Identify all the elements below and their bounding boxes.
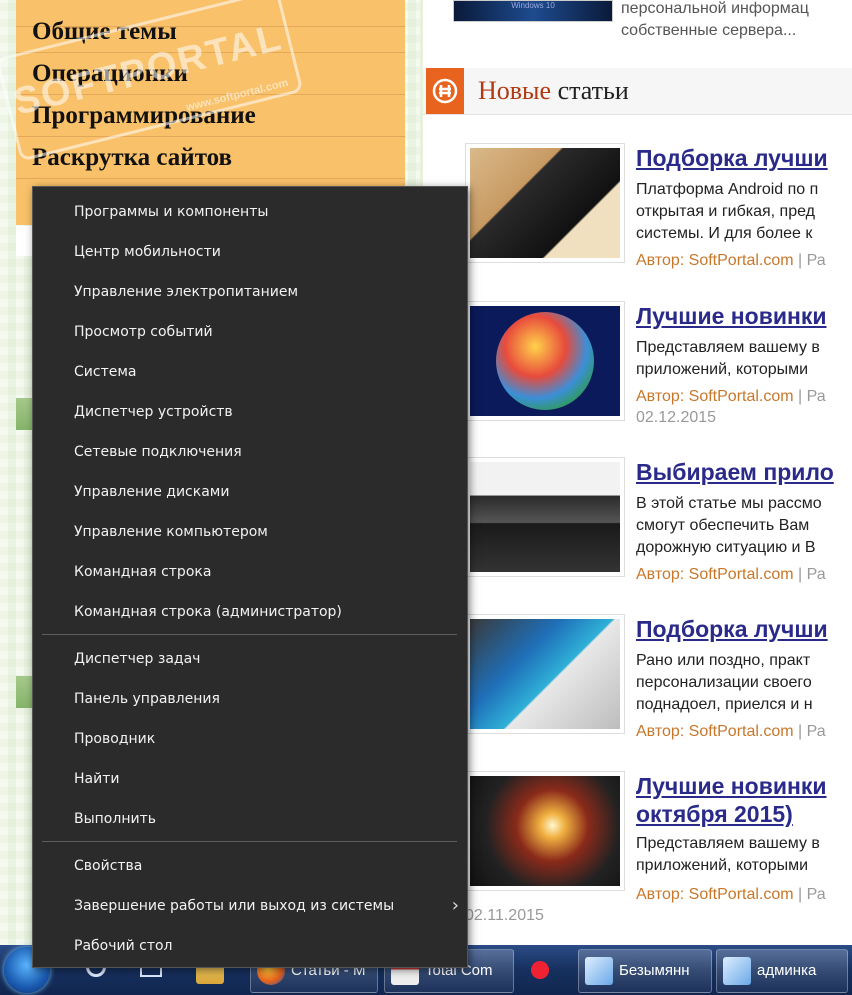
- menu-item-mobility-center[interactable]: Центр мобильности: [33, 232, 467, 272]
- section-title-rest: статьи: [557, 76, 629, 105]
- menu-separator: [42, 634, 457, 635]
- menu-separator: [42, 841, 457, 842]
- article-date: 02.11.2015: [465, 907, 544, 924]
- thumb-caption: Windows 10: [511, 1, 555, 10]
- article-excerpt: Рано или поздно, практ: [636, 652, 811, 669]
- article-thumbnail[interactable]: [465, 614, 625, 734]
- wordpad-icon: [723, 957, 751, 986]
- article-meta-sep: | Ра: [798, 388, 826, 405]
- article-meta-sep: | Ра: [798, 723, 826, 740]
- menu-item-file-explorer[interactable]: Проводник: [33, 719, 467, 759]
- menu-item-search[interactable]: Найти: [33, 759, 467, 799]
- menu-item-command-prompt-admin[interactable]: Командная строка (администратор): [33, 592, 467, 632]
- menu-item-command-prompt[interactable]: Командная строка: [33, 552, 467, 592]
- menu-item-device-manager[interactable]: Диспетчер устройств: [33, 392, 467, 432]
- article-meta-sep: | Ра: [798, 566, 826, 583]
- article-text-line: собственные сервера...: [621, 22, 797, 39]
- article-meta-sep: | Ра: [798, 886, 826, 903]
- article-title-link-line2[interactable]: октября 2015): [636, 799, 793, 829]
- taskbar-app-label: Безымянн: [619, 962, 690, 979]
- article-thumbnail[interactable]: [465, 143, 625, 263]
- category-item-general[interactable]: Общие темы: [16, 12, 405, 53]
- taskbar-app-label: админка: [757, 962, 817, 979]
- category-label: Программирование: [32, 102, 256, 129]
- article-meta: Автор: SoftPortal.com | Ра: [636, 250, 826, 272]
- article-thumbnail[interactable]: [465, 771, 625, 891]
- menu-item-computer-management[interactable]: Управление компьютером: [33, 512, 467, 552]
- menu-item-control-panel[interactable]: Панель управления: [33, 679, 467, 719]
- winx-context-menu: Программы и компоненты Центр мобильности…: [32, 186, 468, 968]
- article-author-link[interactable]: Автор: SoftPortal.com: [636, 723, 794, 740]
- article-excerpt: приложений, которыми: [636, 857, 809, 874]
- category-label: Операционки: [32, 60, 188, 87]
- article-thumbnail[interactable]: Windows 10: [453, 0, 613, 22]
- article-author-link[interactable]: Автор: SoftPortal.com: [636, 566, 794, 583]
- menu-item-event-viewer[interactable]: Просмотр событий: [33, 312, 467, 352]
- menu-item-power-options[interactable]: Управление электропитанием: [33, 272, 467, 312]
- section-hash-icon: [426, 68, 464, 114]
- section-title-accent: Новые: [478, 76, 552, 105]
- article-excerpt: Представляем вашему в: [636, 339, 820, 356]
- section-header: Новые статьи: [423, 68, 852, 115]
- article-author-link[interactable]: Автор: SoftPortal.com: [636, 388, 794, 405]
- article-excerpt: поднадоел, приелся и н: [636, 696, 813, 713]
- taskbar-app-wordpad-1[interactable]: Безымянн: [578, 949, 712, 993]
- article-excerpt: открытая и гибкая, пред: [636, 203, 815, 220]
- bug-icon: [526, 956, 554, 985]
- article-thumbnail[interactable]: [465, 301, 625, 421]
- article-meta: Автор: SoftPortal.com | Ра: [636, 884, 826, 906]
- article-title-link[interactable]: Подборка лучши: [636, 614, 828, 644]
- category-item-programming[interactable]: Программирование: [16, 96, 405, 137]
- taskbar-app-pinned[interactable]: [520, 949, 570, 991]
- article-excerpt: дорожную ситуацию и В: [636, 539, 816, 556]
- article-meta: Автор: SoftPortal.com | Ра: [636, 386, 826, 408]
- article-text-line: персональной информац: [621, 0, 809, 17]
- menu-item-programs-features[interactable]: Программы и компоненты: [33, 192, 467, 232]
- menu-item-label: Завершение работы или выход из системы: [74, 898, 395, 914]
- chevron-right-icon: ›: [451, 895, 459, 916]
- article-title-link[interactable]: Подборка лучши: [636, 143, 828, 173]
- article-author-link[interactable]: Автор: SoftPortal.com: [636, 886, 794, 903]
- article-excerpt: персонализации своего: [636, 674, 812, 691]
- menu-item-disk-management[interactable]: Управление дисками: [33, 472, 467, 512]
- article-excerpt: Платформа Android по п: [636, 181, 819, 198]
- article-title-link[interactable]: Лучшие новинки: [636, 771, 827, 801]
- menu-item-run[interactable]: Выполнить: [33, 799, 467, 839]
- category-label: Раскрутка сайтов: [32, 144, 233, 171]
- section-title: Новые статьи: [478, 68, 629, 114]
- article-meta: Автор: SoftPortal.com | Ра: [636, 721, 826, 743]
- article-date: 02.12.2015: [636, 409, 717, 426]
- article-title-link[interactable]: Лучшие новинки: [636, 301, 827, 331]
- category-item-os[interactable]: Операционки: [16, 54, 405, 95]
- article-author-link[interactable]: Автор: SoftPortal.com: [636, 252, 794, 269]
- menu-item-desktop[interactable]: Рабочий стол: [33, 926, 467, 966]
- article-excerpt: В этой статье мы рассмо: [636, 495, 822, 512]
- taskbar-app-wordpad-2[interactable]: админка: [716, 949, 848, 993]
- article-excerpt: смогут обеспечить Вам: [636, 517, 810, 534]
- article-excerpt: системы. И для более к: [636, 225, 813, 242]
- article-thumbnail[interactable]: [465, 457, 625, 577]
- category-item-promotion[interactable]: Раскрутка сайтов: [16, 138, 405, 179]
- category-label: Общие темы: [32, 18, 177, 45]
- menu-item-task-manager[interactable]: Диспетчер задач: [33, 639, 467, 679]
- menu-item-properties[interactable]: Свойства: [33, 846, 467, 886]
- article-meta-sep: | Ра: [798, 252, 826, 269]
- wordpad-icon: [585, 957, 613, 986]
- article-title-link[interactable]: Выбираем прило: [636, 457, 834, 487]
- article-excerpt: Представляем вашему в: [636, 835, 820, 852]
- main-content: Windows 10 персональной информац собстве…: [420, 0, 852, 995]
- menu-item-system[interactable]: Система: [33, 352, 467, 392]
- menu-item-network-connections[interactable]: Сетевые подключения: [33, 432, 467, 472]
- menu-item-shutdown-signout[interactable]: Завершение работы или выход из системы ›: [33, 886, 467, 926]
- article-meta: Автор: SoftPortal.com | Ра: [636, 564, 826, 586]
- article-excerpt: приложений, которыми: [636, 361, 809, 378]
